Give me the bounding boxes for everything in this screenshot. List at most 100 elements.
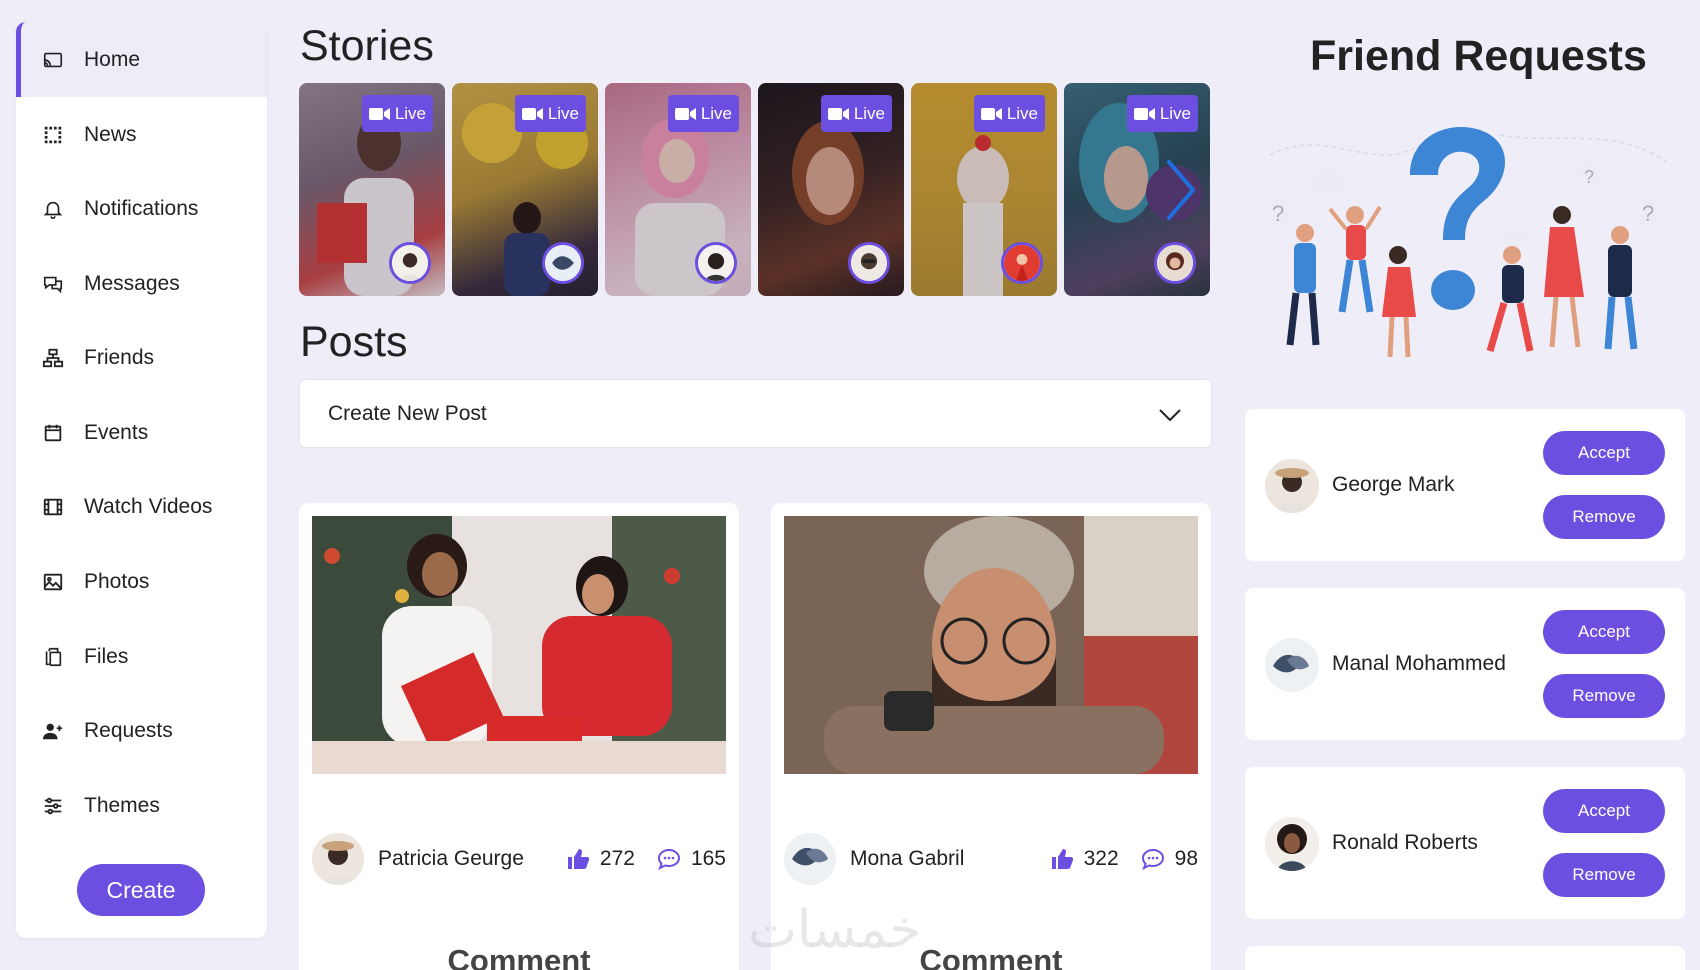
- accept-button[interactable]: Accept: [1543, 431, 1665, 475]
- stories-strip: Live Live Live Live Live Live: [299, 83, 1212, 296]
- sidebar-item-watch-videos[interactable]: Watch Videos: [16, 469, 267, 544]
- sidebar-item-home[interactable]: Home: [16, 22, 267, 97]
- sidebar-item-label: Notifications: [84, 196, 199, 220]
- sidebar-item-label: Friends: [84, 345, 155, 369]
- story-card[interactable]: Live: [911, 83, 1057, 296]
- video-icon: [827, 107, 849, 120]
- sidebar-item-messages[interactable]: Messages: [16, 246, 267, 321]
- remove-button[interactable]: Remove: [1543, 853, 1665, 897]
- video-icon: [521, 107, 543, 120]
- create-button[interactable]: Create: [77, 864, 205, 916]
- svg-text:?: ?: [1272, 201, 1284, 226]
- avatar[interactable]: [1265, 459, 1319, 513]
- sidebar-item-files[interactable]: Files: [16, 619, 267, 694]
- post-author-row: Mona Gabril 322 98: [784, 832, 1198, 886]
- comment-stat[interactable]: 98: [1141, 847, 1198, 871]
- avatar[interactable]: [784, 833, 836, 885]
- story-card[interactable]: Live: [605, 83, 751, 296]
- create-post-dropdown[interactable]: Create New Post: [299, 379, 1212, 448]
- sidebar-item-label: Home: [84, 47, 141, 71]
- bell-icon: [38, 194, 68, 224]
- network-icon: [38, 343, 68, 373]
- files-icon: [38, 642, 68, 672]
- sidebar-item-news[interactable]: News: [16, 97, 267, 172]
- sidebar-item-friends[interactable]: Friends: [16, 320, 267, 395]
- sliders-icon: [38, 791, 68, 821]
- avatar: [695, 242, 737, 284]
- story-card[interactable]: Live: [758, 83, 904, 296]
- svg-text:?: ?: [1584, 167, 1594, 187]
- like-count: 322: [1083, 847, 1119, 870]
- friend-request-name[interactable]: Ronald Roberts: [1332, 831, 1478, 855]
- svg-text:?: ?: [1642, 201, 1654, 226]
- comment-icon: [657, 848, 680, 871]
- like-stat[interactable]: 322: [1050, 847, 1119, 871]
- avatar: [1001, 242, 1043, 284]
- friend-request-card: George Mark Accept Remove: [1245, 409, 1685, 561]
- friend-requests-title: Friend Requests: [1310, 32, 1647, 80]
- film-icon: [38, 492, 68, 522]
- sidebar: Home News Notifications Messages Friends…: [16, 22, 267, 938]
- user-plus-icon: [38, 716, 68, 746]
- posts-title: Posts: [300, 318, 408, 366]
- friend-request-name[interactable]: George Mark: [1332, 473, 1455, 497]
- grid-icon: [38, 120, 68, 150]
- accept-button[interactable]: Accept: [1543, 789, 1665, 833]
- live-badge: Live: [361, 95, 433, 132]
- post-author-name[interactable]: Mona Gabril: [850, 847, 1028, 871]
- friend-request-name[interactable]: Manal Mohammed: [1332, 652, 1506, 676]
- sidebar-item-label: Events: [84, 420, 149, 444]
- avatar[interactable]: [1265, 638, 1319, 692]
- sidebar-item-notifications[interactable]: Notifications: [16, 171, 267, 246]
- watermark: خمسات: [748, 900, 922, 960]
- post-card: Patricia Geurge 272 165 Comment: [299, 503, 739, 970]
- video-icon: [368, 107, 390, 120]
- avatar: [389, 242, 431, 284]
- sidebar-item-label: Messages: [84, 271, 180, 295]
- comment-heading: Comment: [447, 943, 591, 970]
- question-people-illustration: ? ? ?: [1265, 127, 1671, 358]
- sidebar-item-events[interactable]: Events: [16, 395, 267, 470]
- comment-stat[interactable]: 165: [657, 847, 726, 871]
- accept-button[interactable]: Accept: [1543, 610, 1665, 654]
- friend-request-card: Ronald Roberts Accept Remove: [1245, 767, 1685, 919]
- avatar[interactable]: [1265, 817, 1319, 871]
- image-icon: [38, 567, 68, 597]
- stories-title: Stories: [300, 22, 434, 70]
- video-icon: [674, 107, 696, 120]
- sidebar-item-themes[interactable]: Themes: [16, 768, 267, 843]
- live-badge: Live: [820, 95, 892, 132]
- sidebar-item-label: News: [84, 122, 137, 146]
- friend-request-card: Manal Mohammed Accept Remove: [1245, 588, 1685, 740]
- chevron-right-icon[interactable]: [1163, 158, 1199, 222]
- chat-icon: [38, 269, 68, 299]
- remove-button[interactable]: Remove: [1543, 495, 1665, 539]
- post-author-row: Patricia Geurge 272 165: [312, 832, 726, 886]
- story-card[interactable]: Live: [452, 83, 598, 296]
- like-stat[interactable]: 272: [566, 847, 635, 871]
- post-image[interactable]: [312, 516, 726, 774]
- post-author-name[interactable]: Patricia Geurge: [378, 847, 544, 871]
- avatar: [1154, 242, 1196, 284]
- post-image[interactable]: [784, 516, 1198, 774]
- video-icon: [1133, 107, 1155, 120]
- sidebar-item-photos[interactable]: Photos: [16, 544, 267, 619]
- thumbs-up-icon: [567, 849, 590, 869]
- sidebar-item-label: Files: [84, 644, 129, 668]
- live-badge: Live: [667, 95, 739, 132]
- sidebar-item-label: Requests: [84, 718, 173, 742]
- comment-count: 165: [690, 847, 726, 870]
- story-card[interactable]: Live: [299, 83, 445, 296]
- remove-button[interactable]: Remove: [1543, 674, 1665, 718]
- comment-icon: [1141, 848, 1164, 871]
- avatar[interactable]: [312, 833, 364, 885]
- friend-request-card: [1245, 946, 1685, 970]
- chevron-down-icon: [1159, 409, 1181, 422]
- like-count: 272: [599, 847, 635, 870]
- create-post-label: Create New Post: [328, 401, 487, 425]
- calendar-icon: [38, 418, 68, 448]
- sidebar-item-requests[interactable]: Requests: [16, 693, 267, 768]
- live-badge: Live: [1126, 95, 1198, 132]
- live-badge: Live: [973, 95, 1045, 132]
- avatar: [848, 242, 890, 284]
